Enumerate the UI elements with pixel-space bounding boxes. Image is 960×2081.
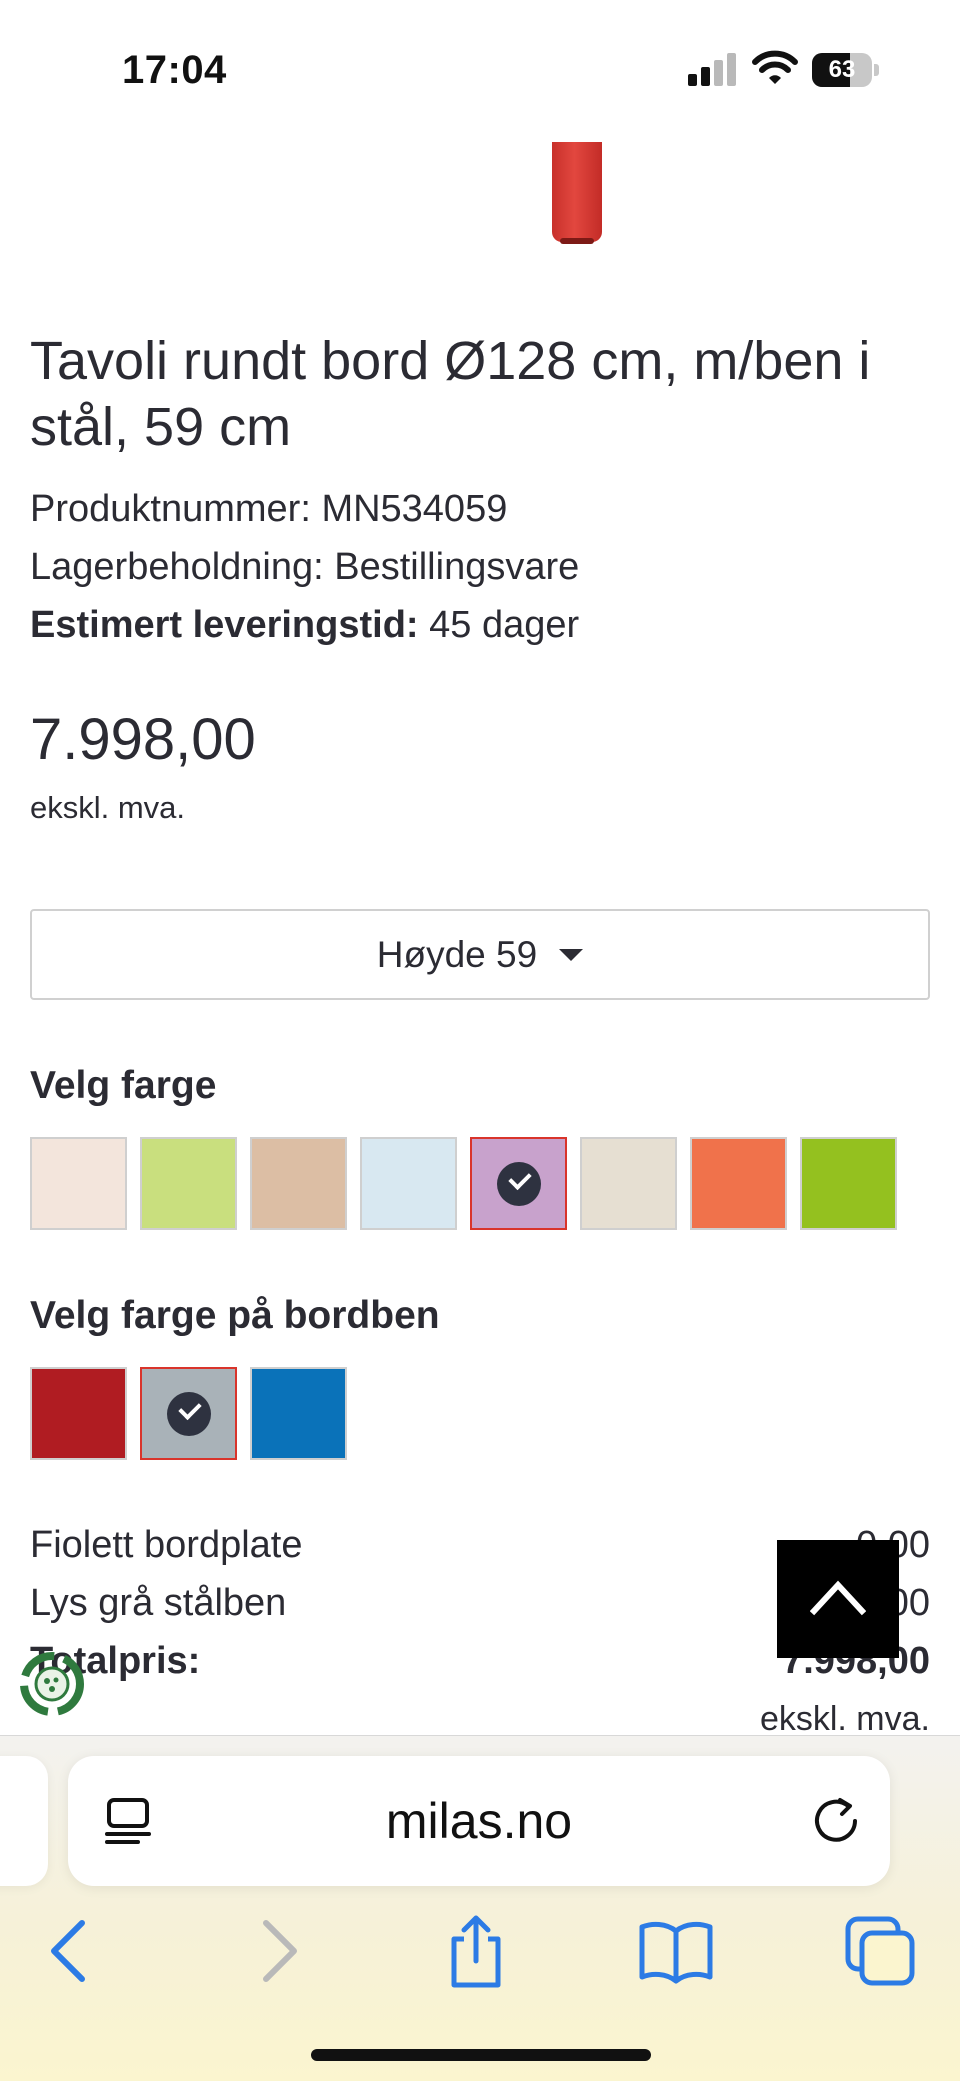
address-bar[interactable]: milas.no [68,1756,890,1886]
battery-icon: 63 [812,53,879,87]
tabletop-color-swatch-3[interactable] [250,1137,347,1230]
status-time: 17:04 [122,48,227,92]
product-image[interactable] [552,142,602,244]
product-price: 7.998,00 [30,707,256,772]
url-text: milas.no [385,1793,573,1849]
share-icon[interactable] [436,1911,516,1991]
cellular-signal-icon [688,52,738,86]
leg-color-label: Velg farge på bordben [30,1294,440,1337]
summary-legs-label: Lys grå stålben [30,1582,287,1624]
back-arrow-icon[interactable] [30,1911,110,1991]
delivery-time: Estimert leveringstid: 45 dager [30,604,579,647]
tabletop-color-swatch-8[interactable] [800,1137,897,1230]
forward-arrow-icon[interactable] [238,1911,318,1991]
browser-toolbar: milas.no [0,1735,960,2081]
summary-tabletop-label: Fiolett bordplate [30,1524,303,1566]
tabletop-color-swatch-1[interactable] [30,1137,127,1230]
previous-tab-preview[interactable] [0,1756,48,1886]
home-indicator [311,2049,651,2061]
product-title: Tavoli rundt bord Ø128 cm, m/ben i stål,… [30,331,871,457]
checkmark-icon [166,1391,211,1436]
eco-badge-icon[interactable] [16,1648,88,1720]
leg-color-swatch-3[interactable] [250,1367,347,1460]
chevron-up-icon [810,1580,866,1616]
height-select-label: Høyde 59 [376,933,538,975]
price-vat-note: ekskl. mva. [30,790,186,825]
reload-icon[interactable] [812,1796,862,1846]
bookmarks-icon[interactable] [636,1911,716,1991]
product-number: Produktnummer: MN534059 [30,488,508,530]
height-select[interactable]: Høyde 59 [30,909,930,1000]
leg-color-swatch-1[interactable] [30,1367,127,1460]
caret-down-icon [559,948,584,961]
battery-level: 63 [828,56,856,83]
tabletop-color-swatch-5[interactable] [470,1137,567,1230]
wifi-icon [752,50,798,84]
tabletop-color-swatch-4[interactable] [360,1137,457,1230]
delivery-value: 45 dager [418,604,580,646]
delivery-label: Estimert leveringstid: [30,604,419,646]
leg-color-swatch-2[interactable] [140,1367,237,1460]
tabletop-color-swatch-6[interactable] [580,1137,677,1230]
tabletop-color-swatch-7[interactable] [690,1137,787,1230]
tabletop-color-label: Velg farge [30,1064,217,1107]
stock-status: Lagerbeholdning: Bestillingsvare [30,546,580,588]
status-bar: 17:04 63 [0,0,960,140]
checkmark-icon [496,1161,541,1206]
tabletop-color-swatch-2[interactable] [140,1137,237,1230]
tabs-icon[interactable] [840,1911,920,1991]
scroll-to-top-button[interactable] [777,1540,899,1658]
summary-vat-note: ekskl. mva. [759,1700,930,1738]
